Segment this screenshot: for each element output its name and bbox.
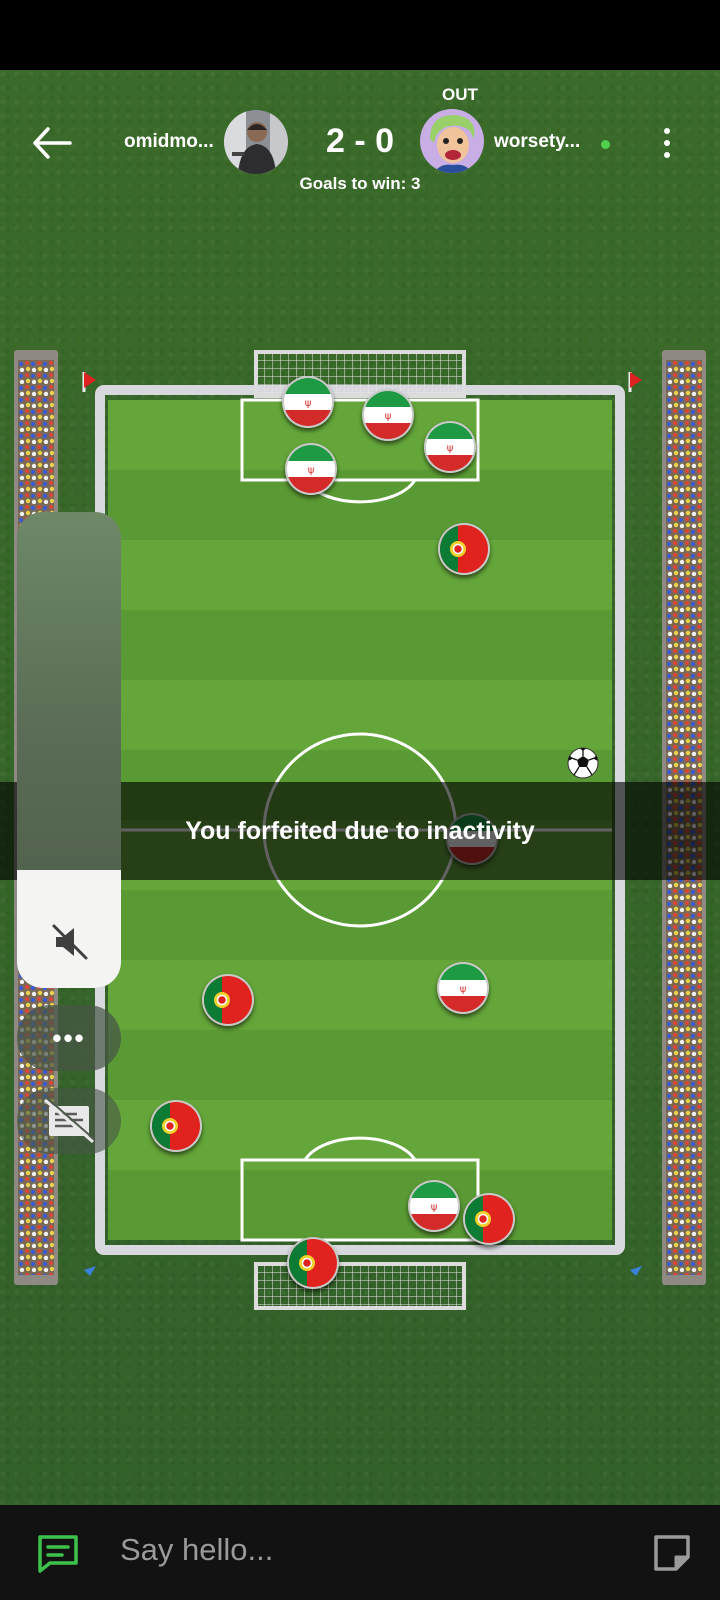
svg-text:ψ: ψ — [385, 411, 392, 422]
menu-button[interactable] — [655, 126, 679, 160]
player-left-name: omidmo... — [124, 131, 214, 152]
svg-text:ψ: ψ — [305, 398, 312, 409]
player-right-avatar[interactable] — [420, 109, 484, 173]
svg-text:ψ: ψ — [431, 1202, 438, 1213]
back-button[interactable] — [30, 123, 74, 163]
iran-piece[interactable]: ψ — [437, 962, 489, 1014]
chat-toggle-button[interactable] — [17, 1088, 121, 1154]
portugal-piece[interactable] — [202, 974, 254, 1026]
player-right-status: OUT — [442, 85, 478, 104]
chat-button[interactable] — [36, 1533, 80, 1575]
svg-text:ψ: ψ — [447, 443, 454, 454]
portugal-piece[interactable] — [463, 1193, 515, 1245]
player-left-avatar[interactable] — [224, 110, 288, 174]
iran-piece[interactable]: ψ — [408, 1180, 460, 1232]
iran-piece[interactable]: ψ — [362, 389, 414, 441]
chat-disabled-icon — [44, 1097, 96, 1144]
player-right-name: worsety... — [494, 131, 581, 152]
iran-piece[interactable]: ψ — [285, 443, 337, 495]
more-options-button[interactable]: ••• — [17, 1005, 121, 1071]
sticker-button[interactable] — [650, 1531, 694, 1575]
portugal-piece[interactable] — [150, 1100, 202, 1152]
chat-input[interactable]: Say hello... — [120, 1532, 273, 1568]
svg-text:ψ: ψ — [460, 984, 467, 995]
kebab-menu-icon — [664, 128, 670, 158]
svg-text:ψ: ψ — [308, 465, 315, 476]
chat-icon — [38, 1535, 78, 1573]
more-dots-icon: ••• — [52, 1022, 86, 1053]
status-bar — [0, 0, 720, 70]
portugal-piece[interactable] — [287, 1237, 339, 1289]
iran-piece[interactable]: ψ — [282, 376, 334, 428]
portugal-piece[interactable] — [438, 523, 490, 575]
arrow-left-icon — [33, 127, 72, 159]
iran-piece[interactable]: ψ — [424, 421, 476, 473]
speaker-muted-icon[interactable] — [50, 922, 90, 962]
goals-to-win: Goals to win: 3 — [299, 174, 421, 193]
soccer-ball-icon — [567, 747, 599, 779]
score-display: 2 - 0 — [325, 122, 395, 160]
online-indicator — [601, 140, 610, 149]
sticker-icon — [654, 1535, 690, 1571]
volume-panel[interactable] — [17, 512, 121, 988]
chat-bar — [0, 1505, 720, 1600]
